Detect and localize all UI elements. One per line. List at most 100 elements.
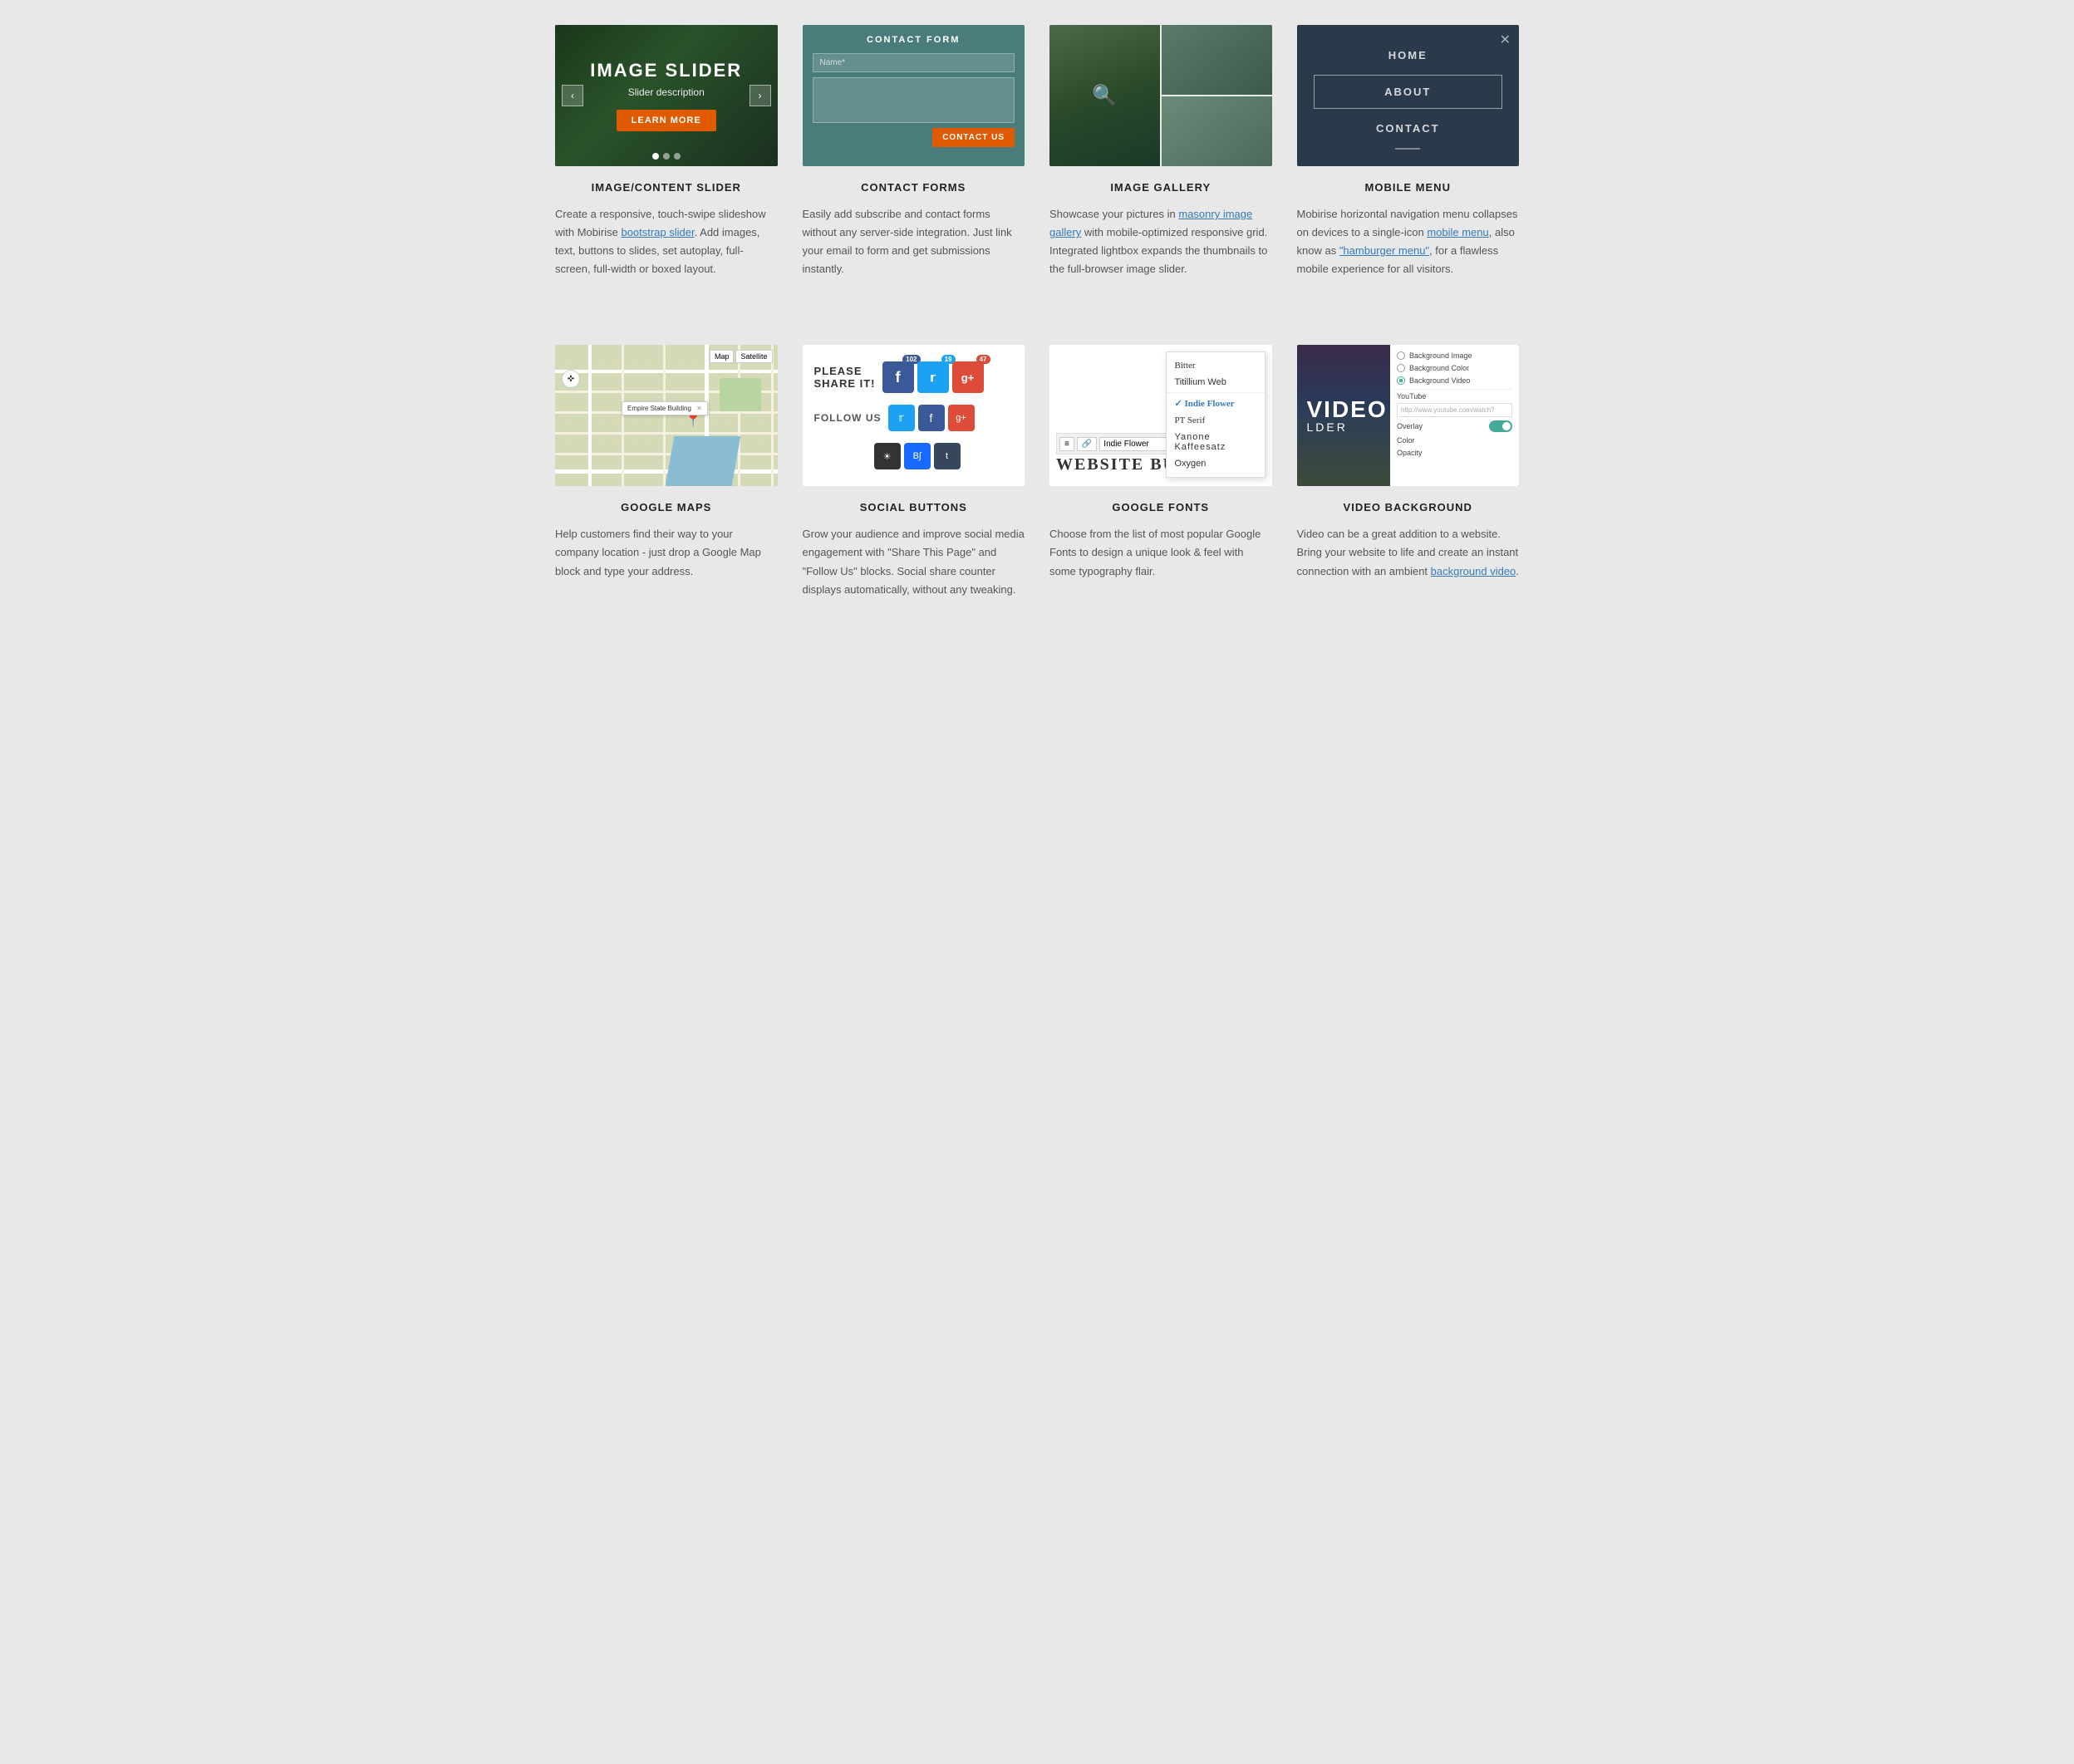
video-overlay-text: VIDEO LDER	[1307, 398, 1388, 433]
font-yanone[interactable]: Yanone Kaffeesatz	[1167, 429, 1265, 455]
mobile-menu-item-contact[interactable]: CONTACT	[1297, 112, 1520, 145]
mobile-menu-divider	[1395, 148, 1420, 150]
contact-form-header: CONTACT FORM	[813, 35, 1015, 45]
card-title-contact: CONTACT FORMS	[803, 181, 1025, 194]
map-road-v-6	[771, 345, 774, 486]
video-overlay-label: Overlay	[1397, 422, 1423, 430]
map-btn-map[interactable]: Map	[710, 350, 735, 363]
contact-submit-button[interactable]: CONTACT US	[932, 128, 1015, 147]
gallery-cell-3[interactable]	[1162, 96, 1272, 166]
card-desc-fonts: Choose from the list of most popular Goo…	[1049, 525, 1272, 580]
slider-dot-1[interactable]	[652, 153, 659, 160]
gallery-search-icon: 🔍	[1092, 84, 1117, 108]
video-color-row: Color	[1397, 436, 1512, 445]
gallery-desc-1: Showcase your pictures in	[1049, 208, 1178, 220]
font-oxygen[interactable]: Oxygen	[1167, 455, 1265, 472]
share-googleplus-button[interactable]: g+ 47	[952, 361, 984, 393]
mobile-menu-link[interactable]: mobile menu	[1427, 226, 1488, 238]
video-opacity-row: Opacity	[1397, 449, 1512, 457]
slider-dot-3[interactable]	[674, 153, 681, 160]
video-text-main: VIDEO	[1307, 398, 1388, 421]
font-pt-serif[interactable]: PT Serif	[1167, 412, 1265, 429]
slider-title: IMAGE SLIDER	[590, 60, 742, 81]
slider-next-button[interactable]: ›	[749, 85, 771, 106]
video-youtube-label: YouTube	[1397, 392, 1512, 400]
facebook-icon: f	[896, 369, 901, 386]
card-video-background: VIDEO LDER Background Image Background C…	[1297, 345, 1520, 598]
follow-twitter-button[interactable]: 𝕣	[888, 405, 915, 431]
video-radio-bg-image[interactable]	[1397, 351, 1405, 360]
map-tooltip-close-icon[interactable]: ✕	[696, 405, 702, 412]
map-tooltip: Empire State Building ✕	[622, 401, 708, 415]
map-road-v-2	[622, 345, 624, 486]
gallery-cell-2[interactable]	[1162, 25, 1272, 95]
slider-prev-button[interactable]: ‹	[562, 85, 583, 106]
behance-icon: Bʃ	[913, 451, 922, 461]
share-twitter-button[interactable]: 𝕣 19	[917, 361, 949, 393]
card-desc-social: Grow your audience and improve social me…	[803, 525, 1025, 598]
card-desc-mobile-menu: Mobirise horizontal navigation menu coll…	[1297, 205, 1520, 278]
font-bitter[interactable]: Bitter	[1167, 357, 1265, 374]
slider-content: IMAGE SLIDER Slider description LEARN MO…	[590, 60, 742, 131]
maps-preview[interactable]: 📍 Empire State Building ✕ Map Satellite …	[555, 345, 778, 486]
follow-facebook-button[interactable]: f	[918, 405, 945, 431]
fonts-tool-align[interactable]: ≡	[1059, 437, 1074, 451]
bootstrap-slider-link[interactable]: bootstrap slider	[621, 226, 694, 238]
card-title-social: SOCIAL BUTTONS	[803, 501, 1025, 513]
follow-behance-button[interactable]: Bʃ	[904, 443, 931, 469]
slider-preview: ‹ IMAGE SLIDER Slider description LEARN …	[555, 25, 778, 166]
slider-cta-button[interactable]: LEARN MORE	[617, 110, 716, 131]
googleplus-badge: 47	[976, 355, 990, 364]
social-follow-buttons: 𝕣 f g+	[888, 405, 975, 431]
card-contact-forms: CONTACT FORM Name* CONTACT US CONTACT FO…	[803, 25, 1025, 278]
video-option-bg-color: Background Color	[1397, 364, 1512, 372]
video-label-bg-image: Background Image	[1409, 351, 1472, 360]
video-radio-bg-color[interactable]	[1397, 364, 1405, 372]
facebook-follow-icon: f	[930, 411, 933, 425]
fonts-tool-link[interactable]: 🔗	[1077, 437, 1097, 451]
social-share-row: PLEASESHARE IT! f 102 𝕣 19 g+ 47	[814, 361, 1014, 393]
map-controls: Map Satellite	[710, 350, 773, 363]
font-titillium[interactable]: Titillium Web	[1167, 374, 1265, 391]
github-icon: ☀	[883, 451, 892, 462]
follow-tumblr-button[interactable]: t	[934, 443, 961, 469]
mobile-menu-close-icon[interactable]: ✕	[1500, 32, 1511, 48]
font-indie-flower[interactable]: Indie Flower	[1167, 395, 1265, 412]
background-video-link[interactable]: background video	[1431, 565, 1516, 577]
gallery-desc-2: with mobile-optimized responsive grid. I…	[1049, 226, 1267, 275]
video-overlay-row: Overlay	[1397, 420, 1512, 432]
video-radio-bg-video[interactable]	[1397, 376, 1405, 385]
twitter-follow-icon: 𝕣	[898, 411, 903, 425]
video-overlay-toggle[interactable]	[1489, 420, 1512, 432]
card-title-fonts: GOOGLE FONTS	[1049, 501, 1272, 513]
row-2-grid: 📍 Empire State Building ✕ Map Satellite …	[555, 345, 1519, 598]
mobile-menu-item-home[interactable]: HOME	[1297, 39, 1520, 71]
card-title-slider: IMAGE/CONTENT SLIDER	[555, 181, 778, 194]
follow-googleplus-button[interactable]: g+	[948, 405, 975, 431]
hamburger-menu-link[interactable]: "hamburger menu"	[1339, 244, 1429, 257]
video-youtube-input[interactable]	[1397, 403, 1512, 417]
share-facebook-button[interactable]: f 102	[882, 361, 914, 393]
mobile-menu-item-about[interactable]: ABOUT	[1314, 75, 1503, 109]
video-option-bg-image: Background Image	[1397, 351, 1512, 360]
card-desc-contact: Easily add subscribe and contact forms w…	[803, 205, 1025, 278]
googleplus-icon: g+	[961, 371, 975, 384]
page-wrapper: ‹ IMAGE SLIDER Slider description LEARN …	[538, 0, 1536, 657]
follow-github-button[interactable]: ☀	[874, 443, 901, 469]
card-google-maps: 📍 Empire State Building ✕ Map Satellite …	[555, 345, 778, 598]
card-desc-gallery: Showcase your pictures in masonry image …	[1049, 205, 1272, 278]
video-label-bg-color: Background Color	[1409, 364, 1469, 372]
fonts-dropdown[interactable]: Bitter Titillium Web Indie Flower PT Ser…	[1166, 351, 1266, 478]
social-share-buttons: f 102 𝕣 19 g+ 47	[882, 361, 984, 393]
contact-name-input[interactable]: Name*	[813, 53, 1015, 72]
section-gap	[555, 312, 1519, 345]
card-title-mobile-menu: MOBILE MENU	[1297, 181, 1520, 194]
card-image-slider: ‹ IMAGE SLIDER Slider description LEARN …	[555, 25, 778, 278]
gallery-cell-1[interactable]: 🔍	[1049, 25, 1160, 166]
slider-dot-2[interactable]	[663, 153, 670, 160]
card-title-gallery: IMAGE GALLERY	[1049, 181, 1272, 194]
map-btn-satellite[interactable]: Satellite	[735, 350, 772, 363]
contact-message-input[interactable]	[813, 77, 1015, 123]
twitter-icon: 𝕣	[930, 371, 936, 385]
card-title-video: VIDEO BACKGROUND	[1297, 501, 1520, 513]
